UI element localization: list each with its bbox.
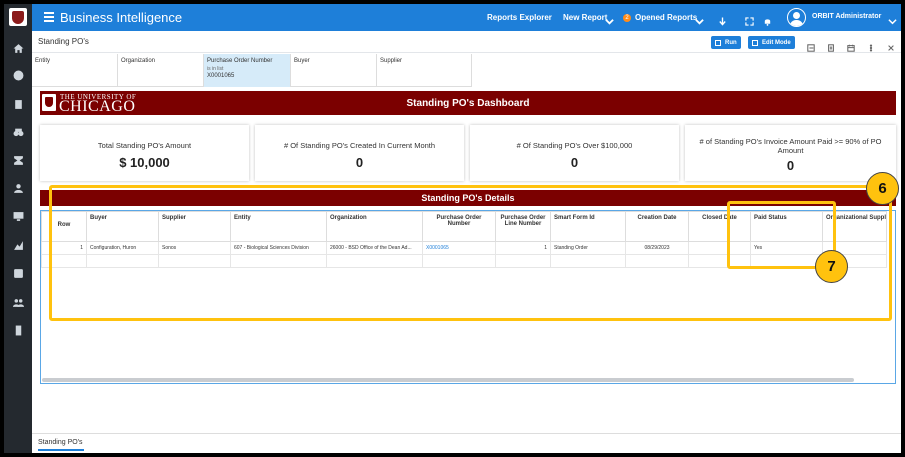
new-report-menu[interactable]: New Report bbox=[563, 13, 607, 22]
monitor-icon[interactable] bbox=[10, 208, 26, 224]
chevron-down-icon[interactable] bbox=[695, 13, 704, 25]
dashboard-title: Standing PO's Dashboard bbox=[406, 98, 530, 109]
kpi-value: 0 bbox=[786, 158, 795, 173]
filter-purchase-order-number[interactable]: Purchase Order Number is in list X000106… bbox=[204, 54, 291, 87]
dashboard-icon[interactable] bbox=[10, 67, 26, 83]
user-admin-icon[interactable] bbox=[10, 180, 26, 196]
edit-mode-button[interactable]: Edit Mode bbox=[748, 36, 795, 49]
filter-operator: is in list bbox=[207, 66, 224, 72]
opened-reports-count-badge: 2 bbox=[623, 14, 631, 22]
edit-mode-label: Edit Mode bbox=[762, 39, 791, 46]
kpi-label: # Of Standing PO's Over $100,000 bbox=[516, 141, 633, 150]
cross-tools-icon[interactable] bbox=[10, 152, 26, 168]
hamburger-menu-icon[interactable] bbox=[44, 12, 54, 22]
chart-icon[interactable] bbox=[10, 237, 26, 253]
filter-label: Purchase Order Number bbox=[207, 58, 273, 64]
kpi-value: 0 bbox=[355, 155, 364, 170]
kpi-created-current-month: # Of Standing PO's Created In Current Mo… bbox=[255, 125, 464, 181]
filter-organization[interactable]: Organization bbox=[118, 54, 204, 87]
close-icon[interactable] bbox=[887, 39, 895, 51]
page-header: Standing PO's Run Edit Mode bbox=[32, 31, 901, 53]
play-icon bbox=[715, 39, 721, 46]
reports-icon[interactable] bbox=[10, 96, 26, 112]
chevron-down-icon[interactable] bbox=[605, 13, 614, 25]
bottom-tab-bar: Standing PO's bbox=[32, 433, 901, 453]
left-sidebar bbox=[4, 4, 32, 453]
tab-standing-pos[interactable]: Standing PO's bbox=[38, 439, 84, 451]
user-name-menu[interactable]: ORBIT Administrator bbox=[812, 13, 881, 20]
filter-entity[interactable]: Entity bbox=[32, 54, 118, 87]
calendar-icon[interactable] bbox=[847, 39, 855, 52]
binoculars-icon[interactable] bbox=[10, 124, 26, 140]
annotation-6-marker: 6 bbox=[866, 172, 899, 205]
page-title: Standing PO's bbox=[38, 37, 89, 46]
kpi-value: $ 10,000 bbox=[119, 155, 170, 170]
inbox-icon[interactable] bbox=[10, 265, 26, 281]
kpi-label: Total Standing PO's Amount bbox=[97, 141, 192, 150]
kpi-value: 0 bbox=[570, 155, 579, 170]
chevron-down-icon[interactable] bbox=[888, 13, 897, 25]
reports-explorer-link[interactable]: Reports Explorer bbox=[487, 13, 552, 22]
app-logo[interactable] bbox=[9, 8, 27, 26]
arrow-down-icon[interactable] bbox=[718, 13, 727, 26]
filter-supplier[interactable]: Supplier bbox=[377, 54, 472, 87]
kpi-label: # of Standing PO's Invoice Amount Paid >… bbox=[699, 137, 882, 155]
opened-reports-menu[interactable]: Opened Reports bbox=[635, 13, 697, 22]
filter-buyer[interactable]: Buyer bbox=[291, 54, 377, 87]
annotation-7-marker: 7 bbox=[815, 250, 848, 283]
bell-icon[interactable] bbox=[763, 13, 772, 26]
filter-label: Buyer bbox=[294, 58, 310, 64]
kpi-invoice-paid-90: # of Standing PO's Invoice Amount Paid >… bbox=[685, 125, 896, 181]
document-icon[interactable] bbox=[827, 39, 835, 52]
edit-icon bbox=[752, 39, 758, 46]
filter-label: Entity bbox=[35, 58, 51, 64]
run-button[interactable]: Run bbox=[711, 36, 741, 49]
user-avatar[interactable] bbox=[787, 8, 806, 27]
app-title: Business Intelligence bbox=[60, 10, 183, 25]
filter-label: Organization bbox=[121, 58, 156, 64]
app-window: Business Intelligence Reports Explorer N… bbox=[4, 4, 901, 453]
run-label: Run bbox=[725, 39, 737, 46]
filter-value: X0001065 bbox=[207, 73, 235, 79]
home-icon[interactable] bbox=[10, 40, 26, 56]
users-group-icon[interactable] bbox=[10, 294, 26, 310]
top-navbar: Business Intelligence Reports Explorer N… bbox=[32, 4, 901, 31]
filter-bar: Entity Organization Purchase Order Numbe… bbox=[32, 54, 472, 87]
grid-horizontal-scrollbar[interactable] bbox=[42, 378, 854, 382]
building-icon[interactable] bbox=[10, 322, 26, 338]
export-icon[interactable] bbox=[807, 39, 815, 52]
more-vertical-icon[interactable] bbox=[867, 39, 875, 52]
filter-label: Supplier bbox=[380, 58, 403, 64]
fullscreen-icon[interactable] bbox=[745, 13, 754, 26]
dashboard-banner: THE UNIVERSITY OF CHICAGO Standing PO's … bbox=[40, 91, 896, 115]
kpi-over-100000: # Of Standing PO's Over $100,000 0 bbox=[470, 125, 679, 181]
kpi-total-amount: Total Standing PO's Amount $ 10,000 bbox=[40, 125, 249, 181]
kpi-label: # Of Standing PO's Created In Current Mo… bbox=[283, 141, 436, 150]
shield-icon bbox=[12, 10, 24, 24]
